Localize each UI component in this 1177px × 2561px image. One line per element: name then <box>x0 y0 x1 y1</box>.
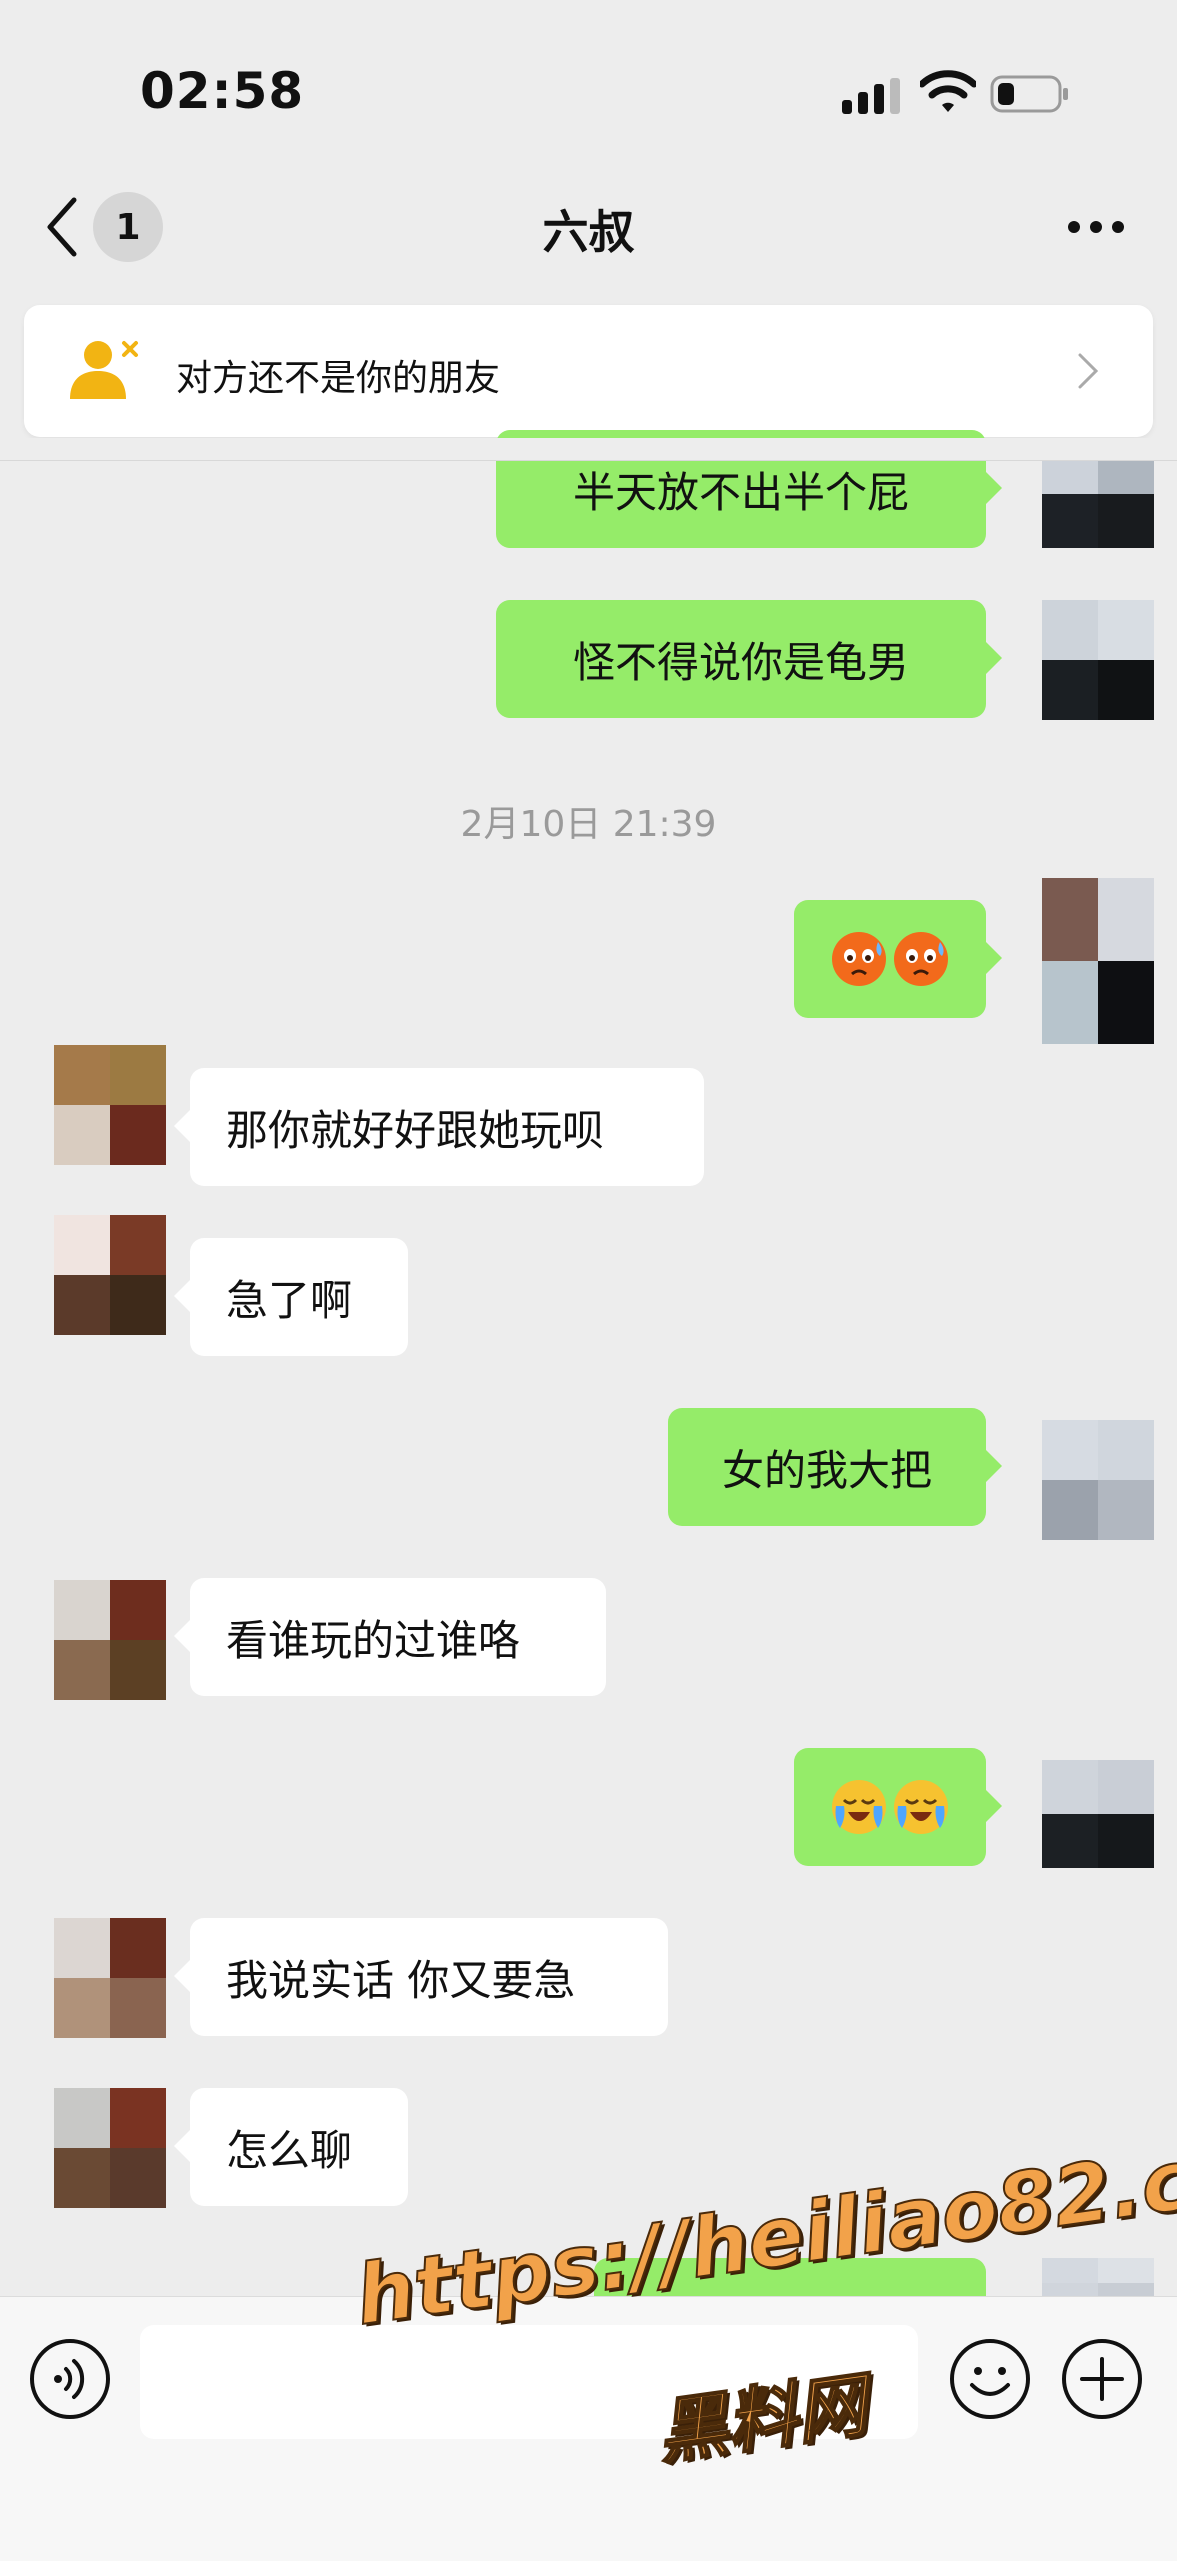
message-bubble-received[interactable]: 那你就好好跟她玩呗 <box>174 1068 704 1186</box>
message-bubble-sent[interactable] <box>794 1748 1002 1866</box>
voice-icon[interactable] <box>28 2337 112 2421</box>
add-friend-icon <box>70 341 138 399</box>
message-bubble-received[interactable]: 怎么聊 <box>174 2088 408 2206</box>
banner-text: 对方还不是你的朋友 <box>176 358 501 399</box>
loudly-crying-face-emoji-icon <box>894 1780 948 1834</box>
message-bubble-sent[interactable]: 怪不得说你是龟男 <box>496 600 1002 718</box>
input-bar <box>0 2296 1177 2561</box>
message-text: 急了啊 <box>226 1275 353 1325</box>
divider-strip <box>0 438 1177 460</box>
battery-icon <box>990 75 1068 113</box>
divider <box>0 460 1177 461</box>
message-bubble-received[interactable]: 我说实话 你又要急 <box>174 1918 668 2036</box>
not-friend-banner[interactable]: 对方还不是你的朋友 <box>24 305 1153 437</box>
avatar-self[interactable] <box>1042 878 1154 1044</box>
message-text: 半天放不出半个屁 <box>572 467 909 517</box>
message-bubble-received[interactable]: 看谁玩的过谁咯 <box>174 1578 606 1696</box>
avatar-contact[interactable] <box>54 1918 166 2038</box>
more-dots-icon[interactable] <box>1066 212 1126 242</box>
avatar-contact[interactable] <box>54 2088 166 2208</box>
status-time: 02:58 <box>140 62 305 120</box>
emoji-icon[interactable] <box>948 2337 1032 2421</box>
avatar-self[interactable] <box>1042 1760 1154 1868</box>
avatar-contact[interactable] <box>54 1580 166 1700</box>
message-text: 怪不得说你是龟男 <box>572 637 909 687</box>
message-text: 那你就好好跟她玩呗 <box>226 1105 605 1155</box>
message-bubble-received[interactable]: 急了啊 <box>174 1238 408 1356</box>
message-text: 怎么聊 <box>226 2125 353 2175</box>
avatar-self[interactable] <box>1042 600 1154 720</box>
message-bubble-sent[interactable]: 女的我大把 <box>668 1408 1002 1526</box>
chevron-right-icon <box>1078 353 1099 389</box>
hot-face-emoji-icon <box>894 932 948 986</box>
message-text: 看谁玩的过谁咯 <box>226 1615 521 1665</box>
hot-face-emoji-icon <box>832 932 886 986</box>
avatar-self[interactable] <box>1042 1420 1154 1540</box>
message-text: 女的我大把 <box>721 1445 932 1495</box>
chat-title: 六叔 <box>542 205 635 259</box>
signal-icon <box>842 78 900 114</box>
message-bubble-sent[interactable] <box>794 900 1002 1018</box>
loudly-crying-face-emoji-icon <box>832 1780 886 1834</box>
avatar-contact[interactable] <box>54 1045 166 1165</box>
message-text: 我说实话 你又要急 <box>226 1955 576 2005</box>
avatar-contact[interactable] <box>54 1215 166 1335</box>
chat-timestamp: 2月10日 21:39 <box>460 804 717 845</box>
wifi-icon <box>920 70 976 112</box>
plus-icon[interactable] <box>1060 2337 1144 2421</box>
